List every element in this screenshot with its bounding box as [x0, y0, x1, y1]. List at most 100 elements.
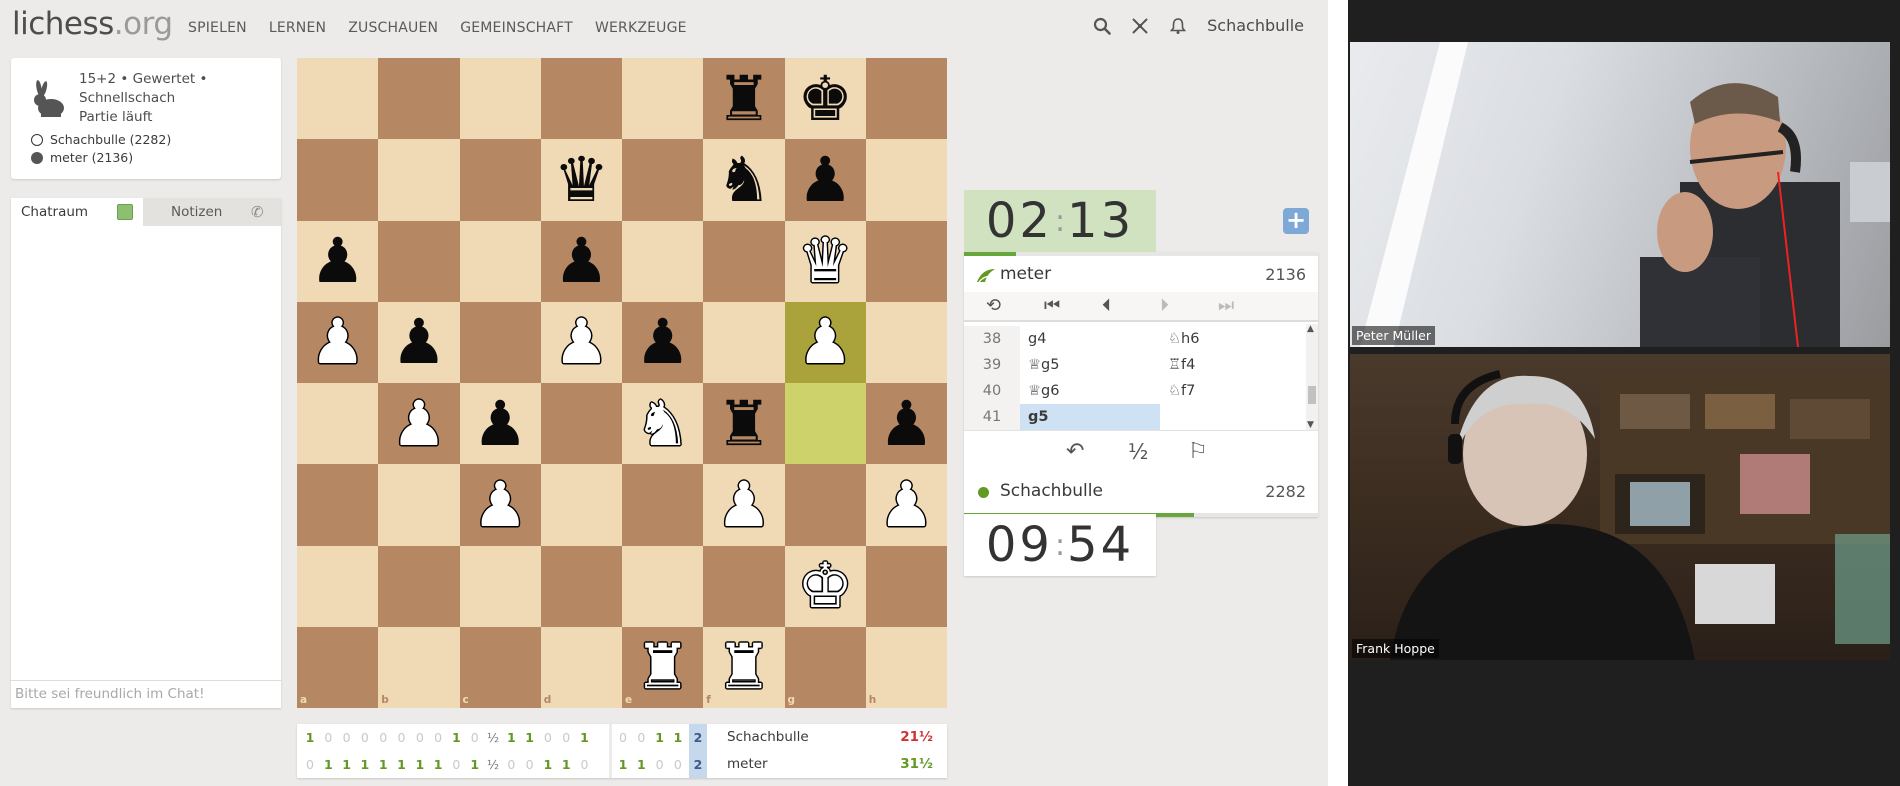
square-a7[interactable]	[297, 139, 379, 221]
move-list-scrollbar[interactable]: ▲ ▼	[1306, 324, 1318, 430]
chess-board[interactable]: 8 7 6 5 4 3 2 1 a b c d e f g h ♜ ♚ ♛ ♞ ♟ ♟ ♟ ♛ ♟ ♟ ♟ ♟ ♟ ♟ ♟ ♞ ♜ ♟ ♟ ♟ ♟ ♚ ♜ ♜	[297, 58, 947, 708]
current-game-result[interactable]: 2	[689, 751, 707, 778]
game-result[interactable]: 1	[557, 757, 575, 772]
offer-draw-button[interactable]: ½	[1128, 440, 1148, 464]
black-move[interactable]: ♖f4	[1160, 352, 1300, 378]
white-pawn-f3[interactable]: ♟	[703, 464, 784, 545]
square-h6[interactable]	[865, 220, 947, 302]
nav-lernen[interactable]: LERNEN	[269, 20, 326, 36]
white-move[interactable]: g4	[1020, 326, 1160, 352]
game-result[interactable]: 0	[669, 757, 687, 772]
square-h5[interactable]	[865, 301, 947, 383]
black-pawn-g7[interactable]: ♟	[785, 139, 866, 220]
last-move-icon[interactable]: ⏭	[1218, 295, 1234, 316]
white-king-g2[interactable]: ♚	[785, 546, 866, 627]
crosstable-player-name[interactable]: meter	[727, 756, 768, 772]
game-result[interactable]: 1	[301, 730, 319, 745]
white-knight-e4[interactable]: ♞	[622, 383, 703, 464]
square-a8[interactable]	[297, 58, 379, 140]
square-f6[interactable]	[703, 220, 785, 302]
next-move-icon[interactable]: ⏵	[1160, 295, 1169, 316]
square-d8[interactable]	[540, 58, 622, 140]
chat-input[interactable]: Bitte sei freundlich im Chat!	[11, 680, 281, 708]
game-result[interactable]: ½	[484, 757, 502, 772]
square-e2[interactable]	[622, 545, 704, 627]
white-pawn-h3[interactable]: ♟	[866, 464, 947, 545]
nav-gemeinschaft[interactable]: GEMEINSCHAFT	[460, 20, 573, 36]
square-a2[interactable]	[297, 545, 379, 627]
square-c8[interactable]	[459, 58, 541, 140]
black-pawn-c4[interactable]: ♟	[460, 383, 541, 464]
square-d1[interactable]	[540, 626, 622, 708]
lichess-logo[interactable]: lichess.org	[12, 6, 173, 42]
tab-notizen[interactable]: Notizen	[171, 204, 222, 220]
game-result[interactable]: 0	[411, 730, 429, 745]
game-result[interactable]: 1	[502, 730, 520, 745]
game-result[interactable]: 0	[356, 730, 374, 745]
resign-button[interactable]: ⚐	[1188, 439, 1208, 464]
black-knight-f7[interactable]: ♞	[703, 139, 784, 220]
square-f2[interactable]	[703, 545, 785, 627]
tab-chatraum[interactable]: Chatraum	[11, 198, 143, 226]
game-result[interactable]: 1	[393, 757, 411, 772]
game-result[interactable]: 1	[576, 730, 594, 745]
square-b6[interactable]	[378, 220, 460, 302]
white-player-entry[interactable]: Schachbulle (2282)	[31, 132, 171, 147]
square-h7[interactable]	[865, 139, 947, 221]
square-c5[interactable]	[459, 301, 541, 383]
square-e7[interactable]	[622, 139, 704, 221]
game-result[interactable]: 0	[521, 757, 539, 772]
game-result[interactable]: 0	[557, 730, 575, 745]
square-g4[interactable]	[784, 383, 866, 465]
white-pawn-d5[interactable]: ♟	[541, 302, 622, 383]
bell-icon[interactable]	[1169, 17, 1187, 35]
video-tile-frank[interactable]: Frank Hoppe	[1350, 354, 1890, 660]
square-d4[interactable]	[540, 383, 622, 465]
square-b8[interactable]	[378, 58, 460, 140]
white-rook-e1[interactable]: ♜	[622, 627, 703, 708]
flip-board-icon[interactable]: ⟲	[986, 295, 1001, 316]
game-result[interactable]: 0	[374, 730, 392, 745]
white-pawn-a5[interactable]: ♟	[297, 302, 378, 383]
square-b3[interactable]	[378, 464, 460, 546]
square-b7[interactable]	[378, 139, 460, 221]
game-result[interactable]: 1	[632, 757, 650, 772]
game-result[interactable]: 0	[539, 730, 557, 745]
black-pawn-e5[interactable]: ♟	[622, 302, 703, 383]
game-result[interactable]: 0	[393, 730, 411, 745]
square-c1[interactable]	[459, 626, 541, 708]
nav-zuschauen[interactable]: ZUSCHAUEN	[348, 20, 438, 36]
square-h2[interactable]	[865, 545, 947, 627]
game-result[interactable]: 1	[338, 757, 356, 772]
black-queen-d7[interactable]: ♛	[541, 139, 622, 220]
black-rook-f4[interactable]: ♜	[703, 383, 784, 464]
game-result[interactable]: 1	[669, 730, 687, 745]
game-result[interactable]: 0	[301, 757, 319, 772]
game-result[interactable]: 0	[429, 730, 447, 745]
square-d2[interactable]	[540, 545, 622, 627]
game-result[interactable]: 1	[411, 757, 429, 772]
game-result[interactable]: 1	[356, 757, 374, 772]
square-h8[interactable]	[865, 58, 947, 140]
black-pawn-b5[interactable]: ♟	[378, 302, 459, 383]
current-game-result[interactable]: 2	[689, 724, 707, 751]
search-icon[interactable]	[1093, 17, 1111, 35]
square-a4[interactable]	[297, 383, 379, 465]
takeback-button[interactable]: ↶	[1066, 439, 1084, 464]
square-a3[interactable]	[297, 464, 379, 546]
game-result[interactable]: 0	[651, 757, 669, 772]
square-b1[interactable]	[378, 626, 460, 708]
square-g1[interactable]	[784, 626, 866, 708]
game-result[interactable]: 1	[521, 730, 539, 745]
square-f5[interactable]	[703, 301, 785, 383]
white-move[interactable]: ♕g6	[1020, 378, 1160, 404]
game-result[interactable]: 0	[338, 730, 356, 745]
white-queen-g6[interactable]: ♛	[785, 221, 866, 302]
game-result[interactable]: 1	[466, 757, 484, 772]
game-result[interactable]: 0	[466, 730, 484, 745]
game-result[interactable]: 0	[502, 757, 520, 772]
square-d3[interactable]	[540, 464, 622, 546]
square-e3[interactable]	[622, 464, 704, 546]
nav-spielen[interactable]: SPIELEN	[188, 20, 247, 36]
game-result[interactable]: ½	[484, 730, 502, 745]
